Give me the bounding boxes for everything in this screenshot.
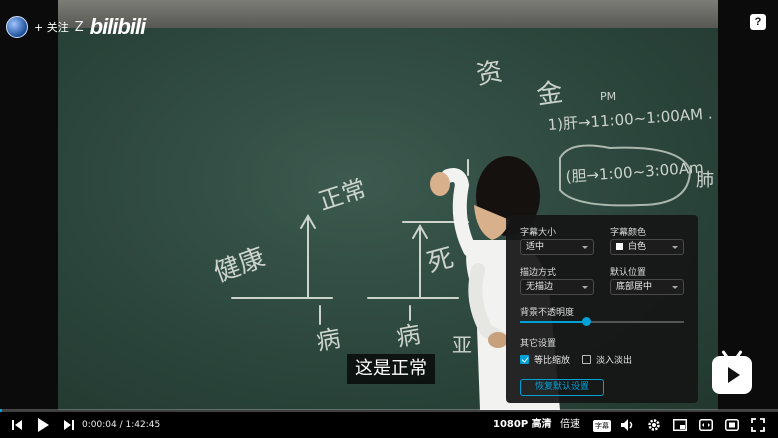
chevron-down-icon bbox=[672, 246, 678, 249]
play-button[interactable] bbox=[34, 412, 52, 438]
help-button[interactable]: ? bbox=[750, 14, 766, 30]
next-icon bbox=[64, 420, 74, 430]
subtitle-caption: 这是正常 bbox=[347, 354, 435, 384]
volume-button[interactable] bbox=[620, 412, 636, 438]
chevron-down-icon bbox=[582, 246, 588, 249]
web-fullscreen-icon bbox=[725, 419, 739, 431]
position-select[interactable]: 底部居中 bbox=[610, 279, 684, 295]
fullscreen-button[interactable] bbox=[750, 412, 766, 438]
bilibili-logo: bilibili bbox=[89, 14, 147, 39]
subtitle-settings-panel: 字幕大小 字幕颜色 适中 白色 描边方式 默认位置 无描边 底部居中 背景不透明… bbox=[506, 215, 698, 403]
current-time: 0:00:04 bbox=[82, 420, 117, 430]
opacity-slider[interactable] bbox=[520, 317, 684, 326]
widescreen-button[interactable] bbox=[698, 412, 714, 438]
reset-defaults-button[interactable]: 恢复默认设置 bbox=[520, 379, 604, 396]
font-size-select[interactable]: 适中 bbox=[520, 239, 594, 255]
follow-label[interactable]: + 关注 bbox=[34, 19, 69, 35]
subtitle-button[interactable]: 字幕 bbox=[593, 420, 611, 432]
fade-checkbox[interactable]: 淡入淡出 bbox=[582, 353, 632, 366]
globe-icon bbox=[6, 16, 28, 38]
uploader-name: Z bbox=[74, 19, 84, 35]
previous-icon bbox=[12, 420, 22, 430]
mini-player-tv-icon[interactable] bbox=[712, 350, 752, 394]
font-color-value: 白色 bbox=[628, 242, 647, 252]
time-display: 0:00:04 / 1:42:45 bbox=[82, 412, 160, 438]
video-player[interactable]: 健康 正常 死 病 病 亚 资 金 PM 1)肝→11:00~1:00AM . … bbox=[0, 0, 778, 438]
play-icon bbox=[38, 418, 49, 432]
outline-select[interactable]: 无描边 bbox=[520, 279, 594, 295]
video-frame[interactable]: 健康 正常 死 病 病 亚 资 金 PM 1)肝→11:00~1:00AM . … bbox=[0, 0, 778, 410]
slider-fill bbox=[520, 321, 586, 323]
font-size-label: 字幕大小 bbox=[520, 228, 557, 238]
checkbox-icon[interactable] bbox=[582, 355, 591, 364]
volume-icon bbox=[621, 419, 633, 431]
fade-label: 淡入淡出 bbox=[596, 356, 633, 366]
font-size-value: 适中 bbox=[526, 242, 545, 252]
font-color-label: 字幕颜色 bbox=[610, 228, 647, 238]
play-icon bbox=[728, 367, 740, 383]
chevron-down-icon bbox=[672, 286, 678, 289]
scale-label: 等比缩放 bbox=[534, 356, 571, 366]
position-label: 默认位置 bbox=[610, 268, 647, 278]
speed-button[interactable]: 倍速 bbox=[560, 412, 580, 438]
next-button[interactable] bbox=[60, 412, 78, 438]
settings-button[interactable] bbox=[646, 412, 662, 438]
scale-checkbox[interactable]: 等比缩放 bbox=[520, 353, 570, 366]
gear-icon bbox=[648, 419, 660, 431]
widescreen-icon bbox=[699, 419, 713, 431]
font-color-select[interactable]: 白色 bbox=[610, 239, 684, 255]
other-settings-label: 其它设置 bbox=[520, 339, 557, 349]
color-swatch bbox=[616, 243, 623, 250]
pip-button[interactable] bbox=[672, 412, 688, 438]
quality-button[interactable]: 1080P 高清 bbox=[493, 412, 552, 438]
uploader-watermark: + 关注 Z bilibili bbox=[6, 14, 147, 40]
picture-in-picture-icon bbox=[673, 419, 687, 431]
outline-value: 无描边 bbox=[526, 282, 554, 292]
previous-button[interactable] bbox=[8, 412, 26, 438]
web-fullscreen-button[interactable] bbox=[724, 412, 740, 438]
chevron-down-icon bbox=[582, 286, 588, 289]
slider-thumb[interactable] bbox=[581, 317, 591, 326]
duration: 1:42:45 bbox=[125, 420, 161, 430]
control-bar: 0:00:04 / 1:42:45 1080P 高清 倍速 字幕 bbox=[0, 412, 778, 438]
opacity-label: 背景不透明度 bbox=[520, 308, 575, 318]
outline-label: 描边方式 bbox=[520, 268, 557, 278]
checkbox-icon[interactable] bbox=[520, 355, 529, 364]
position-value: 底部居中 bbox=[616, 282, 653, 292]
time-separator: / bbox=[119, 420, 123, 430]
fullscreen-icon bbox=[751, 418, 765, 432]
